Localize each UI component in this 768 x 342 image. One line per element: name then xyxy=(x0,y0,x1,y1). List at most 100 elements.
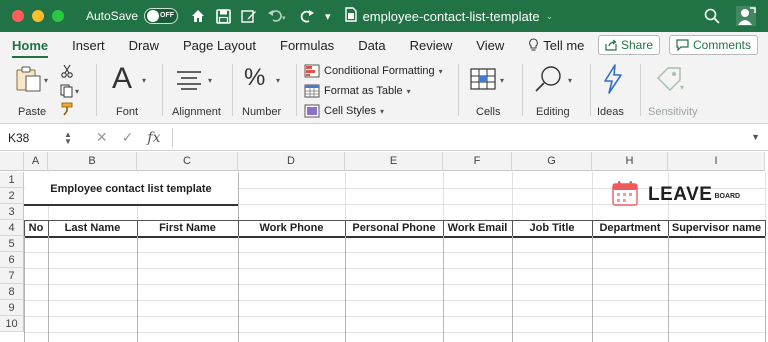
comments-label: Comments xyxy=(693,38,752,52)
conditional-formatting-button[interactable]: Conditional Formatting ▾ xyxy=(304,62,443,80)
row-header-4[interactable]: 4 xyxy=(0,220,24,236)
sensitivity-group[interactable]: ▾ Sensitivity xyxy=(646,62,706,118)
tab-draw[interactable]: Draw xyxy=(129,38,159,53)
column-header-e[interactable]: E xyxy=(345,152,443,171)
row-header-1[interactable]: 1 xyxy=(0,172,24,188)
account-icon[interactable] xyxy=(736,6,756,29)
header-cell-no[interactable]: No xyxy=(24,220,48,236)
quick-access-toolbar: ▾ ▾ xyxy=(190,8,331,24)
share-label: Share xyxy=(621,38,654,52)
alignment-group[interactable]: ▾ Alignment xyxy=(168,62,226,118)
ribbon-divider xyxy=(232,64,233,116)
column-header-d[interactable]: D xyxy=(238,152,345,171)
close-window-button[interactable] xyxy=(12,10,24,22)
select-all-corner[interactable] xyxy=(0,152,24,171)
paste-icon[interactable] xyxy=(14,66,42,95)
share-button[interactable]: Share xyxy=(598,35,661,55)
font-group[interactable]: A ▾ Font xyxy=(104,62,158,118)
cell-styles-button[interactable]: Cell Styles ▾ xyxy=(304,102,384,120)
autosave-toggle[interactable]: OFF xyxy=(144,8,179,24)
row-header-2[interactable]: 2 xyxy=(0,188,24,204)
formula-expand-chevron-down-icon[interactable]: ▼ xyxy=(751,132,760,142)
leaveboard-logo: LEAVE BOARD xyxy=(612,180,740,209)
tell-me[interactable]: Tell me xyxy=(528,38,584,53)
logo-sub: BOARD xyxy=(714,193,741,200)
tab-home[interactable]: Home xyxy=(12,38,49,58)
sensitivity-label: Sensitivity xyxy=(648,106,698,118)
lightbulb-icon xyxy=(529,38,539,51)
tab-page-layout[interactable]: Page Layout xyxy=(183,38,256,53)
customize-toolbar-icon[interactable]: ▾ xyxy=(325,10,331,23)
cancel-icon[interactable]: ✕ xyxy=(96,129,108,146)
row-header-3[interactable]: 3 xyxy=(0,204,24,220)
tab-view[interactable]: View xyxy=(476,38,504,53)
header-cell-personal-phone[interactable]: Personal Phone xyxy=(345,220,443,236)
ribbon-home: ▾ Paste ▾ A ▾ Font ▾ Alignment % ▾ Numbe… xyxy=(0,58,768,124)
column-header-f[interactable]: F xyxy=(443,152,512,171)
alignment-label: Alignment xyxy=(172,106,221,118)
header-cell-border xyxy=(24,220,25,236)
search-icon[interactable] xyxy=(704,8,720,27)
copy-icon[interactable]: ▾ xyxy=(60,84,82,101)
cells-label: Cells xyxy=(476,106,501,118)
header-cell-first-name[interactable]: First Name xyxy=(137,220,238,236)
header-cell-border xyxy=(137,220,138,236)
column-header-a[interactable]: A xyxy=(24,152,48,171)
title-chevron-down-icon[interactable]: ⌄ xyxy=(546,11,554,22)
redo-icon[interactable] xyxy=(299,9,315,24)
undo-icon[interactable]: ▾ xyxy=(267,9,289,23)
tab-formulas[interactable]: Formulas xyxy=(280,38,334,53)
format-painter-icon[interactable] xyxy=(60,102,74,119)
header-cell-work-phone[interactable]: Work Phone xyxy=(238,220,345,236)
title-bar: AutoSave OFF ▾ ▾ employee-contact-list-t… xyxy=(0,0,768,32)
cut-icon[interactable] xyxy=(60,64,74,81)
header-cell-supervisor-name[interactable]: Supervisor name xyxy=(668,220,765,236)
insert-function-icon[interactable]: fx xyxy=(147,130,160,146)
number-group[interactable]: % ▾ Number xyxy=(238,62,292,118)
editing-group[interactable]: ▾ Editing xyxy=(530,62,586,118)
name-box[interactable]: K38 xyxy=(4,128,62,148)
column-header-i[interactable]: I xyxy=(668,152,765,171)
sensitivity-icon: ▾ xyxy=(654,64,684,97)
name-box-stepper-icon[interactable]: ▲ ▼ xyxy=(64,130,72,145)
save-icon[interactable] xyxy=(216,8,231,24)
column-header-g[interactable]: G xyxy=(512,152,592,171)
header-cell-border xyxy=(345,220,346,236)
column-header-c[interactable]: C xyxy=(137,152,238,171)
format-as-table-icon xyxy=(304,84,320,98)
header-cell-border xyxy=(668,220,669,236)
row-header-10[interactable]: 10 xyxy=(0,316,24,332)
header-cell-work-email[interactable]: Work Email xyxy=(443,220,512,236)
row-header-7[interactable]: 7 xyxy=(0,268,24,284)
format-as-table-button[interactable]: Format as Table ▾ xyxy=(304,82,411,100)
row-header-9[interactable]: 9 xyxy=(0,300,24,316)
column-header-b[interactable]: B xyxy=(48,152,137,171)
tab-insert[interactable]: Insert xyxy=(72,38,105,53)
column-header-h[interactable]: H xyxy=(592,152,668,171)
minimize-window-button[interactable] xyxy=(32,10,44,22)
ideas-group[interactable]: Ideas xyxy=(596,62,636,118)
table-column-border xyxy=(48,236,49,342)
window-controls xyxy=(12,10,64,22)
header-cell-job-title[interactable]: Job Title xyxy=(512,220,592,236)
header-cell-department[interactable]: Department xyxy=(592,220,668,236)
tab-data[interactable]: Data xyxy=(358,38,385,53)
format-as-table-label: Format as Table xyxy=(324,85,403,97)
home-icon[interactable] xyxy=(190,8,206,24)
tab-review[interactable]: Review xyxy=(410,38,453,53)
comments-button[interactable]: Comments xyxy=(669,35,759,55)
formula-input[interactable] xyxy=(172,128,752,148)
row-header-5[interactable]: 5 xyxy=(0,236,24,252)
sheet-title[interactable]: Employee contact list template xyxy=(25,173,237,204)
number-chevron-down-icon: ▾ xyxy=(276,76,281,85)
edit-icon[interactable] xyxy=(241,9,257,24)
zoom-window-button[interactable] xyxy=(52,10,64,22)
cells-group[interactable]: ▾ Cells xyxy=(466,62,516,118)
document-icon xyxy=(344,7,357,25)
document-title: employee-contact-list-template ⌄ xyxy=(344,7,554,25)
row-header-6[interactable]: 6 xyxy=(0,252,24,268)
header-cell-last-name[interactable]: Last Name xyxy=(48,220,137,236)
paste-chevron-down-icon[interactable]: ▾ xyxy=(44,76,48,85)
enter-icon[interactable]: ✓ xyxy=(122,129,134,146)
row-header-8[interactable]: 8 xyxy=(0,284,24,300)
